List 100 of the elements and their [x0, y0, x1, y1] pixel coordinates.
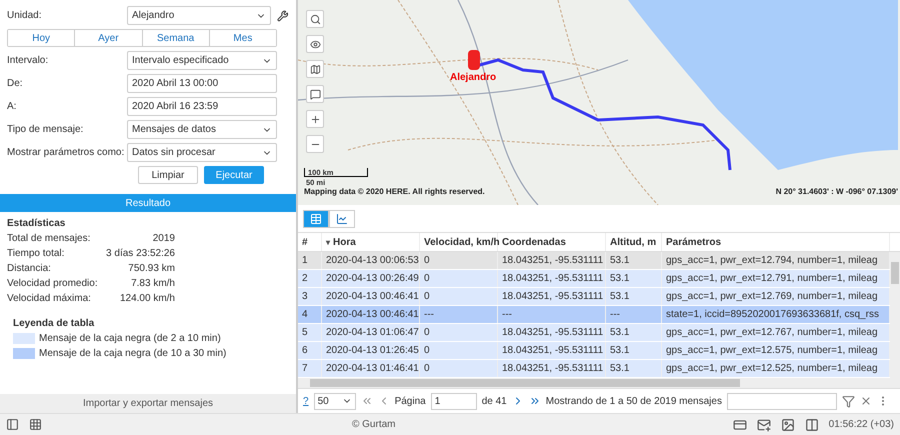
table-cell: 0	[420, 342, 498, 359]
table-cell: 53.1	[606, 288, 662, 305]
table-row[interactable]: 3 2020-04-13 00:46:41 0 18.043251, -95.531111 53.1 gps_acc=1, pwr_ext=12.769, number=1, mileag	[298, 288, 890, 306]
stat-label: Velocidad máxima:	[7, 293, 92, 304]
table-row[interactable]: 6 2020-04-13 01:26:45 0 18.043251, -95.531111 53.1 gps_acc=1, pwr_ext=12.575, number=1, mileag	[298, 342, 890, 360]
eye-button[interactable]	[306, 35, 324, 53]
section-title: Estadísticas	[7, 218, 66, 229]
table-row[interactable]: 4 2020-04-13 00:46:41 --- --- --- state=1, iccid=8952020017693633681f, csq_rss	[298, 306, 890, 324]
columns-icon[interactable]	[804, 418, 819, 432]
cursor-coordinates: N 20° 31.4603' : W -096° 07.1309'	[776, 187, 898, 196]
table-cell: 1	[298, 252, 322, 269]
wrench-icon[interactable]	[277, 10, 289, 22]
stat-label: Velocidad promedio:	[7, 278, 97, 289]
table-cell: 0	[420, 360, 498, 377]
table-cell: 2020-04-13 01:06:47	[322, 324, 420, 341]
table-row[interactable]: 5 2020-04-13 01:06:47 0 18.043251, -95.531111 53.1 gps_acc=1, pwr_ext=12.767, number=1, mileag	[298, 324, 890, 342]
grid-icon[interactable]	[29, 418, 42, 431]
table-cell: 53.1	[606, 324, 662, 341]
zoom-out-button[interactable]	[306, 135, 324, 153]
field-label: Intervalo:	[7, 55, 50, 66]
page-input[interactable]: 1	[430, 392, 477, 410]
stat-value: 3 días 23:52:26	[105, 248, 175, 259]
card-icon[interactable]	[732, 418, 747, 432]
message-icon	[310, 88, 320, 100]
table-cell: 18.043251, -95.531111	[498, 342, 606, 359]
panel-icon[interactable]	[6, 418, 19, 431]
table-cell: 18.043251, -95.531111	[498, 270, 606, 287]
table-cell: 53.1	[606, 360, 662, 377]
last-page-icon[interactable]	[528, 395, 541, 407]
map-layers-button[interactable]	[306, 60, 324, 78]
table-cell: 2020-04-13 00:46:41	[322, 288, 420, 305]
table-cell: ---	[606, 306, 662, 323]
column-header[interactable]: Parámetros	[662, 233, 890, 251]
help-link[interactable]: ?	[303, 396, 309, 406]
mail-icon[interactable]	[756, 418, 771, 432]
showing-text: Mostrando de 1 a 50 de 2019 mensajes	[546, 396, 722, 406]
line-chart-icon	[336, 212, 348, 224]
field-label: Unidad:	[7, 10, 42, 21]
page-size-select[interactable]: 50	[314, 392, 356, 410]
copyright-text: © Gurtam	[352, 419, 396, 430]
table-cell: 2	[298, 270, 322, 287]
table-cell: 6	[298, 342, 322, 359]
stat-label: Tiempo total:	[7, 248, 66, 259]
plus-icon	[310, 114, 320, 124]
horizontal-scrollbar[interactable]	[298, 378, 900, 388]
stat-value: 750.93 km	[127, 263, 175, 274]
table-cell: 53.1	[606, 342, 662, 359]
unit-select[interactable]: Alejandro	[127, 6, 272, 25]
filter-icon[interactable]	[842, 394, 855, 408]
vertical-scrollbar[interactable]	[890, 252, 900, 378]
field-label: A:	[7, 101, 18, 112]
column-header[interactable]: ▾ Hora	[322, 233, 420, 251]
input-field[interactable]: 2020 Abril 16 23:59	[127, 97, 277, 116]
column-header[interactable]: Altitud, m	[606, 233, 662, 251]
table-view-tab[interactable]	[303, 210, 329, 228]
zoom-in-button[interactable]	[306, 110, 324, 128]
search-field[interactable]	[726, 392, 837, 410]
search-icon	[310, 14, 320, 24]
table-cell: 0	[420, 252, 498, 269]
column-header[interactable]: Coordenadas	[498, 233, 606, 251]
stat-value: 124.00 km/h	[118, 293, 175, 304]
table-cell: 0	[420, 288, 498, 305]
field-label: De:	[7, 78, 24, 89]
select-field[interactable]: Intervalo especificado	[127, 51, 277, 70]
period-button[interactable]: Mes	[208, 30, 276, 46]
table-row[interactable]: 7 2020-04-13 01:46:41 0 18.043251, -95.531111 53.1 gps_acc=1, pwr_ext=12.525, number=1, mileag	[298, 360, 890, 378]
column-header[interactable]: Velocidad, km/h	[420, 233, 498, 251]
select-field[interactable]: Mensajes de datos	[127, 120, 277, 139]
image-icon[interactable]	[780, 418, 795, 432]
table-cell: 2020-04-13 01:46:41	[322, 360, 420, 377]
column-header[interactable]: #	[298, 233, 322, 251]
table-row[interactable]: 1 2020-04-13 00:06:53 0 18.043251, -95.531111 53.1 gps_acc=1, pwr_ext=12.794, number=1, mileag	[298, 252, 890, 270]
table-cell: 18.043251, -95.531111	[498, 324, 606, 341]
select-field[interactable]: Datos sin procesar	[127, 143, 277, 162]
first-page-icon[interactable]	[360, 395, 373, 407]
table-row[interactable]: 2 2020-04-13 00:26:49 0 18.043251, -95.531111 53.1 gps_acc=1, pwr_ext=12.791, number=1, mileag	[298, 270, 890, 288]
page-count: de 41	[482, 396, 507, 406]
input-field[interactable]: 2020 Abril 13 00:00	[127, 74, 277, 93]
clear-button[interactable]: Limpiar	[138, 166, 198, 184]
table-cell: 18.043251, -95.531111	[498, 360, 606, 377]
table-icon	[310, 212, 322, 224]
table-cell: 53.1	[606, 270, 662, 287]
message-button[interactable]	[306, 85, 324, 103]
field-label: Tipo de mensaje:	[7, 124, 84, 135]
table-cell: 18.043251, -95.531111	[498, 252, 606, 269]
table-cell: 2020-04-13 00:46:41	[322, 306, 420, 323]
table-cell: 0	[420, 270, 498, 287]
chart-view-tab[interactable]	[329, 210, 355, 228]
clock-text: 01:56:22 (+03)	[828, 419, 894, 430]
table-cell: 2020-04-13 00:26:49	[322, 270, 420, 287]
eye-icon	[310, 38, 320, 50]
table-cell: 2020-04-13 01:26:45	[322, 342, 420, 359]
map-attribution: Mapping data © 2020 HERE. All rights reserved.	[304, 187, 485, 196]
search-button[interactable]	[306, 10, 324, 28]
stat-label: Total de mensajes:	[7, 233, 92, 244]
close-icon[interactable]	[860, 395, 872, 407]
stat-value: 7.83 km/h	[130, 278, 175, 289]
import-export-button[interactable]: Importar y exportar mensajes	[0, 394, 296, 413]
unit-label: Alejandro	[450, 72, 496, 83]
map-icon	[310, 64, 320, 74]
